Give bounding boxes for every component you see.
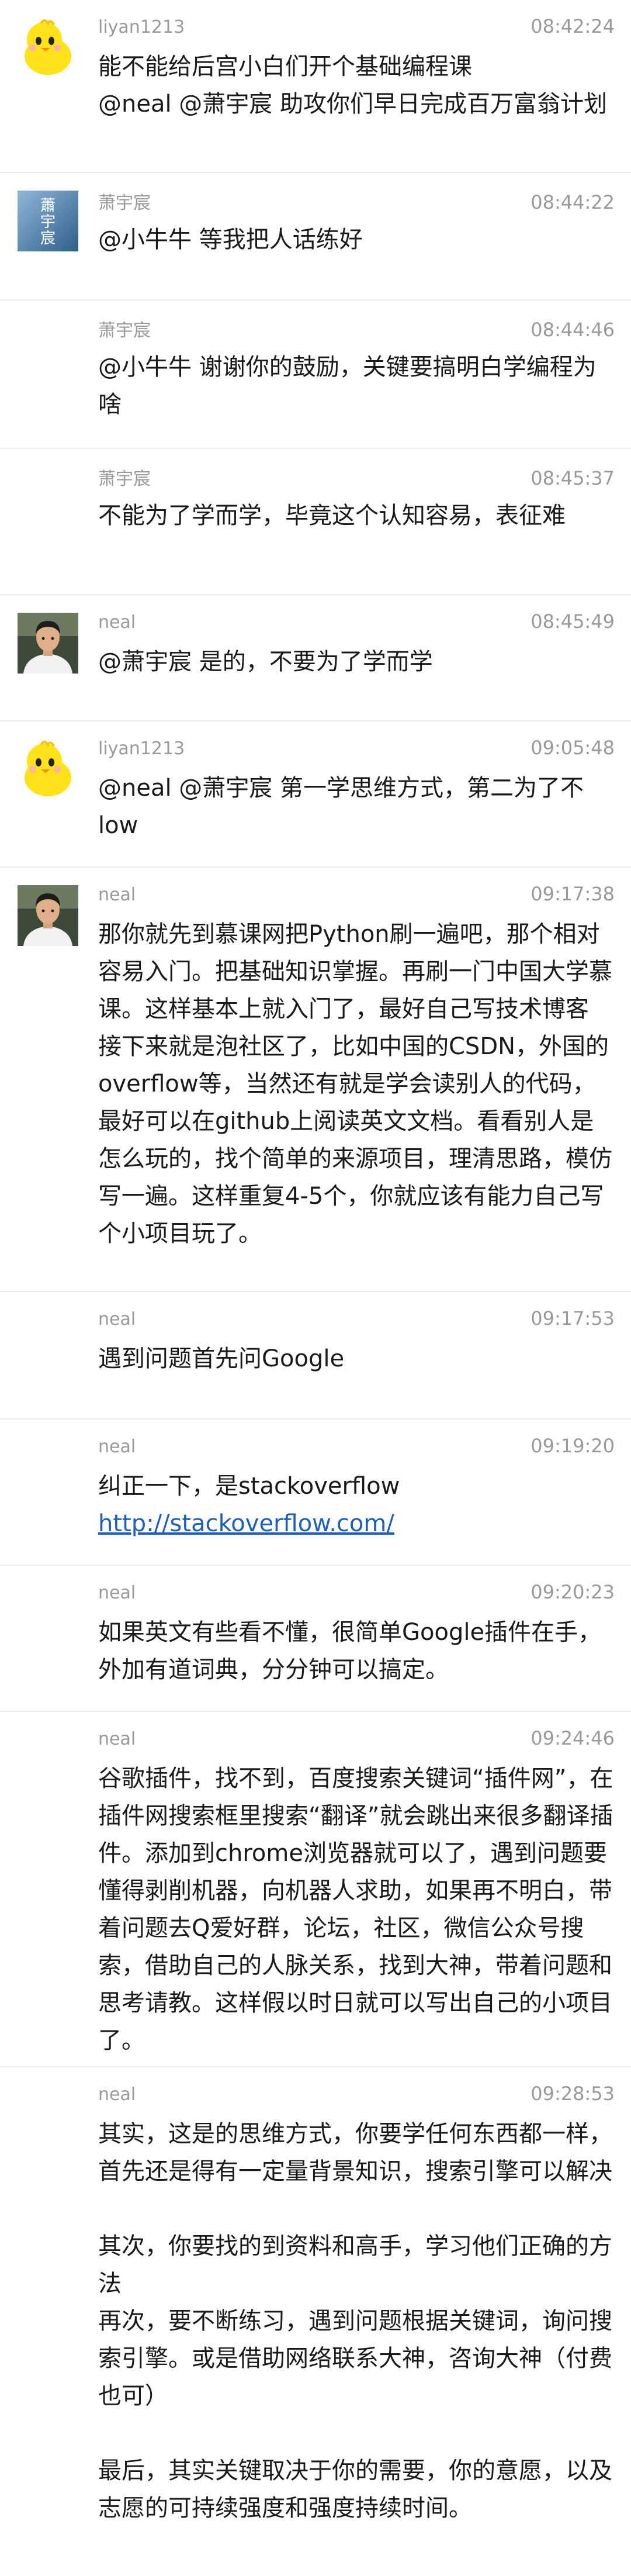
chat-message: 萧宇宸 08:45:37 不能为了学而学，毕竟这个认知容易，表征难 [0,449,631,595]
chat-message: neal 09:20:23 如果英文有些看不懂，很简单Google插件在手，外加… [0,1566,631,1712]
chat-message: 蕭 宇 宸 萧宇宸 08:44:22 @小牛牛 等我把人话练好 [0,173,631,301]
message-text: 如果英文有些看不懂，很简单Google插件在手，外加有道词典，分分钟可以搞定。 [98,1619,602,1683]
avatar-glyph-3: 宸 [40,230,56,247]
sender-name: neal [98,1729,136,1749]
sender-name: neal [98,1309,136,1330]
sender-avatar[interactable] [18,18,78,78]
message-time: 09:24:46 [531,1727,615,1749]
message-time: 08:45:49 [531,610,615,633]
message-time: 09:17:38 [531,883,615,905]
calligraphy-icon: 蕭 宇 宸 [18,191,78,251]
message-link[interactable]: http://stackoverflow.com/ [98,1505,615,1542]
message-text: @萧宇宸 是的，不要为了学而学 [98,648,433,675]
message-text: @neal @萧宇宸 第一学思维方式，第二为了不low [98,775,584,839]
message-time: 09:19:20 [531,1435,615,1457]
message-text: 谷歌插件，找不到，百度搜索关键词“插件网”，在插件网搜索框里搜索“翻译”就会跳出… [98,1765,613,2054]
sender-name: neal [98,1583,136,1603]
message-text: 不能为了学而学，毕竟这个认知容易，表征难 [98,502,566,529]
chat-message: 萧宇宸 08:44:46 @小牛牛 谢谢你的鼓励，关键要搞明白学编程为啥 [0,301,631,449]
sender-avatar[interactable] [18,739,78,800]
message-time: 08:45:37 [531,467,615,489]
message-time: 09:05:48 [531,737,615,759]
message-text: 纠正一下，是stackoverflow [98,1473,400,1500]
sender-name: neal [98,1437,136,1457]
avatar-glyph-1: 蕭 [40,197,56,215]
message-text: @小牛牛 谢谢你的鼓励，关键要搞明白学编程为啥 [98,354,597,418]
sender-name: neal [98,2084,136,2105]
message-time: 08:42:24 [531,15,615,37]
chat-message: liyan1213 08:42:24 能不能给后宫小白们开个基础编程课 @nea… [0,0,631,173]
sender-avatar[interactable]: 蕭 宇 宸 [18,191,78,251]
chat-message: neal 09:19:20 纠正一下，是stackoverflow http:/… [0,1420,631,1566]
chat-message-list: liyan1213 08:42:24 能不能给后宫小白们开个基础编程课 @nea… [0,0,631,2522]
chat-message: neal 08:45:49 @萧宇宸 是的，不要为了学而学 [0,595,631,721]
sender-avatar[interactable] [18,885,78,946]
message-text: 能不能给后宫小白们开个基础编程课 @neal @萧宇宸 助攻你们早日完成百万富翁… [98,53,608,118]
message-time: 09:28:53 [531,2083,615,2105]
message-time: 08:44:22 [531,191,615,213]
person-photo-icon [18,613,78,674]
sender-name: 萧宇宸 [98,193,151,213]
message-time: 09:20:23 [531,1581,615,1603]
message-time: 08:44:46 [531,319,615,341]
sender-name: neal [98,885,136,905]
sender-name: neal [98,612,136,633]
chat-message: neal 09:17:38 那你就先到慕课网把Python刷一遍吧，那个相对容易… [0,868,631,1292]
sender-avatar[interactable] [18,613,78,674]
chat-message: neal 09:24:46 谷歌插件，找不到，百度搜索关键词“插件网”，在插件网… [0,1712,631,2067]
message-time: 09:17:53 [531,1307,615,1330]
chat-message: neal 09:17:53 遇到问题首先问Google [0,1292,631,1420]
yellow-chick-icon [18,18,78,78]
message-text: 那你就先到慕课网把Python刷一遍吧，那个相对容易入门。把基础知识掌握。再刷一… [98,921,612,1247]
sender-name: liyan1213 [98,17,185,37]
avatar-glyph-2: 宇 [40,213,56,231]
yellow-chick-icon [18,739,78,800]
chat-message: neal 09:28:53 其实，这是的思维方式，你要学任何东西都一样， 首先还… [0,2067,631,2522]
chat-message: liyan1213 09:05:48 @neal @萧宇宸 第一学思维方式，第二… [0,721,631,868]
message-text: @小牛牛 等我把人话练好 [98,226,363,253]
message-text: 其实，这是的思维方式，你要学任何东西都一样， 首先还是得有一定量背景知识，搜索引… [98,2121,612,2522]
person-photo-icon [18,885,78,946]
sender-name: 萧宇宸 [98,320,151,341]
sender-name: 萧宇宸 [98,469,151,489]
message-text: 遇到问题首先问Google [98,1345,345,1372]
sender-name: liyan1213 [98,738,185,759]
